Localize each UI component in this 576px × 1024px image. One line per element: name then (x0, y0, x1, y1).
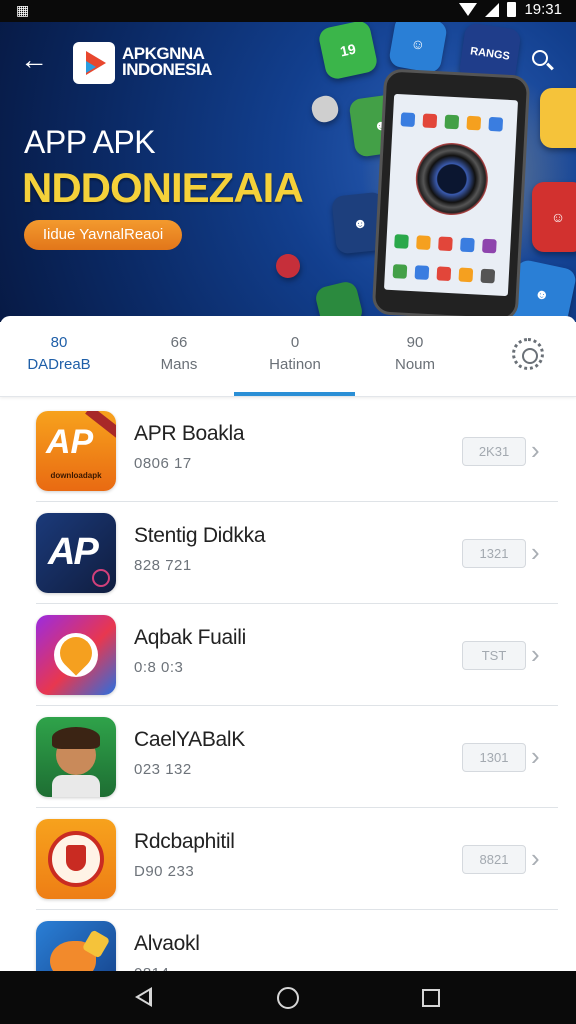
wifi-icon (459, 3, 478, 16)
app-title: Rdcbaphitil (134, 830, 235, 853)
hero-subtitle: NDDONIEZAIA (22, 164, 304, 211)
search-button[interactable] (530, 48, 556, 74)
app-meta: 828 721 (134, 557, 192, 574)
app-size-button[interactable]: 1301 (462, 743, 526, 772)
tab-count: 66 (170, 334, 188, 351)
arrow-left-icon: ← (20, 44, 48, 75)
battery-icon (507, 2, 517, 17)
chevron-right-icon: › (531, 843, 540, 873)
banner-app-tile: 19 (317, 22, 379, 81)
chevron-right-icon: › (531, 741, 540, 771)
hero-banner: ← APKGNNA INDONESIA APP APK NDDONIEZAIA … (0, 22, 576, 322)
tab-count: 80 (50, 334, 68, 351)
tab-label: Noum (394, 356, 435, 373)
app-size-button[interactable]: 1321 (462, 539, 526, 568)
tab-noum[interactable]: 90 Noum (356, 316, 474, 396)
tab-mans[interactable]: 66 Mans (120, 316, 238, 396)
signal-icon (485, 2, 500, 17)
back-button[interactable]: ← (20, 44, 52, 76)
hero-cta-button[interactable]: Iidue YavnalReaoi (24, 220, 182, 250)
phone-illustration (371, 68, 531, 322)
list-item[interactable]: AP downloadapk APR Boakla 0806 17 2K31 › (0, 400, 576, 502)
banner-app-tile (540, 88, 576, 148)
app-logo (73, 42, 115, 84)
nav-recents-button[interactable] (422, 989, 440, 1007)
banner-app-tile (308, 92, 342, 126)
app-title: Alvaokl (134, 932, 200, 955)
app-title: Aqbak Fuaili (134, 626, 246, 649)
list-item[interactable]: CaelYABalK 023 132 1301 › (0, 706, 576, 808)
settings-button[interactable] (512, 338, 544, 370)
system-nav-bar (0, 971, 576, 1024)
tab-downloads[interactable]: 80 DADreaB (0, 316, 118, 396)
tab-label: Hatinon (269, 356, 321, 373)
nav-back-button[interactable] (135, 987, 152, 1007)
chevron-right-icon: › (531, 435, 540, 465)
banner-app-tile: ☺ (532, 182, 576, 252)
tab-hatinon[interactable]: 0 Hatinon (236, 316, 354, 396)
divider (0, 396, 576, 397)
banner-app-tile (272, 250, 304, 282)
list-item[interactable]: Aqbak Fuaili 0:8 0:3 TST › (0, 604, 576, 706)
banner-app-tile: ☺ (387, 22, 449, 75)
app-title: CaelYABalK (134, 728, 246, 751)
app-icon (36, 615, 116, 695)
app-size-button[interactable]: TST (462, 641, 526, 670)
app-size-button[interactable]: 8821 (462, 845, 526, 874)
app-size-button[interactable]: 2K31 (462, 437, 526, 466)
logo-text: APKGNNA INDONESIA (122, 45, 212, 79)
app-meta: 023 132 (134, 761, 192, 778)
app-meta: D90 233 (134, 863, 195, 880)
tab-count: 90 (406, 334, 424, 351)
logo-line2: INDONESIA (122, 60, 212, 79)
status-bar: ▦ 19:31 (0, 0, 576, 22)
app-meta: 0806 17 (134, 455, 192, 472)
app-icon (36, 717, 116, 797)
tab-label: Mans (160, 356, 198, 373)
tab-count: 0 (290, 334, 300, 351)
app-icon: AP downloadapk (36, 411, 116, 491)
app-icon (36, 819, 116, 899)
app-title: APR Boakla (134, 422, 245, 445)
notification-icon: ▦ (16, 2, 30, 18)
camera-lens-illustration (414, 141, 490, 217)
chevron-right-icon: › (531, 639, 540, 669)
nav-home-button[interactable] (277, 987, 299, 1009)
list-item[interactable]: Rdcbaphitil D90 233 8821 › (0, 808, 576, 910)
chevron-right-icon: › (531, 537, 540, 567)
status-time: 19:31 (524, 1, 562, 18)
tab-bar: 80 DADreaB 66 Mans 0 Hatinon 90 Noum (0, 316, 576, 396)
hero-title: APP APK (24, 124, 156, 160)
app-meta: 0:8 0:3 (134, 659, 184, 676)
list-item[interactable]: AP Stentig Didkka 828 721 1321 › (0, 502, 576, 604)
app-title: Stentig Didkka (134, 524, 266, 547)
app-icon: AP (36, 513, 116, 593)
tab-label: DADreaB (27, 356, 91, 373)
